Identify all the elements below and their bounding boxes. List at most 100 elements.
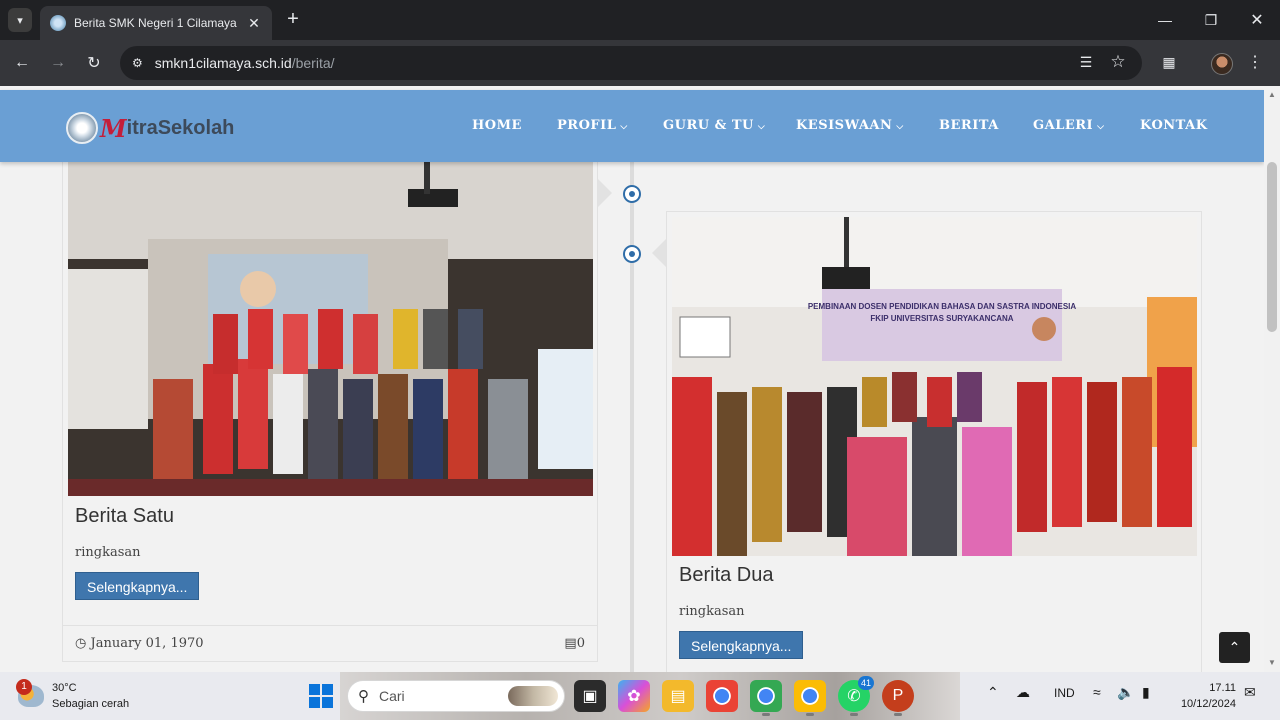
nav-profil[interactable]: PROFIL ⌵ (557, 118, 628, 133)
nav-kesiswaan[interactable]: KESISWAAN ⌵ (796, 118, 904, 133)
nav-home[interactable]: HOME (472, 118, 522, 133)
tab-search-icon[interactable]: ▾ (8, 8, 32, 32)
read-more-button-2[interactable]: Selengkapnya... (679, 631, 804, 659)
nav-berita[interactable]: BERITA (939, 118, 999, 133)
windows-start-icon[interactable] (309, 684, 333, 708)
timeline-dot-2 (623, 245, 641, 263)
chrome-menu-icon[interactable]: ⋮ (1241, 48, 1269, 76)
nav-kontak[interactable]: KONTAK (1140, 118, 1208, 133)
scroll-up-icon[interactable]: ▲ (1267, 90, 1277, 99)
reload-icon[interactable]: ↻ (82, 51, 106, 75)
extensions-icon[interactable]: ▦ (1155, 48, 1183, 76)
news-views-count: 0 (576, 636, 585, 651)
chevron-down-icon: ⌵ (620, 122, 628, 132)
news-summary-1: ringkasan (75, 545, 141, 560)
profile-avatar[interactable] (1211, 53, 1233, 75)
bar-chart-icon: ▤ (564, 636, 577, 651)
back-to-top-button[interactable]: ⌃ (1219, 632, 1250, 663)
nav-label: KONTAK (1140, 118, 1208, 133)
nav-guru-tu[interactable]: GURU & TU ⌵ (663, 118, 765, 133)
nav-label: GURU & TU (663, 118, 754, 133)
news-card-2: PEMBINAAN DOSEN PENDIDIKAN BAHASA DAN SA… (666, 211, 1202, 672)
file-explorer-icon[interactable]: ▤ (662, 680, 694, 712)
news-card-1: Berita Satu ringkasan Selengkapnya... ◷ … (62, 148, 598, 662)
tab-close-icon[interactable]: ✕ (246, 15, 262, 32)
search-placeholder: Cari (379, 688, 405, 704)
minimize-icon[interactable]: — (1142, 0, 1188, 40)
site-logo[interactable]: M itra Sekolah (66, 112, 234, 144)
logo-text-a: itra (126, 116, 158, 139)
site-info-icon[interactable]: ⚙ (132, 56, 143, 70)
wifi-icon[interactable]: ≈ (1093, 684, 1101, 700)
translate-icon[interactable]: ☰ (1072, 48, 1100, 76)
scrollbar-thumb[interactable] (1267, 162, 1277, 332)
scroll-down-icon[interactable]: ▼ (1267, 658, 1277, 667)
notification-icon[interactable]: ✉ (1244, 684, 1256, 701)
chevron-up-icon: ⌃ (1228, 639, 1241, 655)
taskbar-search[interactable]: ⚲ Cari (347, 680, 565, 712)
news-footer-1: ◷ January 01, 1970 ▤0 (63, 625, 597, 661)
weather-badge: 1 (16, 679, 32, 695)
timeline-arrow-2 (652, 239, 666, 267)
read-more-button-1[interactable]: Selengkapnya... (75, 572, 200, 600)
chrome-profile-icon[interactable] (750, 680, 782, 716)
chevron-down-icon: ⌵ (757, 122, 766, 132)
weather-partly-sunny-icon: 1 (16, 679, 44, 707)
search-icon: ⚲ (358, 688, 369, 705)
back-icon[interactable]: ← (10, 51, 34, 75)
clock-date: 10/12/2024 (1180, 698, 1236, 710)
url-host: smkn1cilamaya.sch.id (154, 55, 292, 71)
nav-galeri[interactable]: GALERI ⌵ (1033, 118, 1104, 133)
battery-icon[interactable]: ▮ (1142, 684, 1150, 701)
news-views-1: ▤0 (564, 636, 585, 651)
logo-initial: M (100, 113, 127, 143)
browser-tab-active[interactable]: Berita SMK Negeri 1 Cilamaya ✕ (40, 6, 272, 40)
copilot-icon[interactable]: ✿ (618, 680, 650, 712)
windows-taskbar: 1 30°C Sebagian cerah ⚲ Cari ▣ ✿ ▤ ✆ 41 P… (0, 672, 1280, 720)
nav-label: KESISWAAN (796, 118, 893, 133)
tray-overflow-icon[interactable]: ⌃ (987, 684, 999, 701)
chrome-profile-2-icon[interactable] (794, 680, 826, 716)
weather-desc: Sebagian cerah (52, 698, 130, 710)
timeline-line (630, 162, 634, 672)
page-scrollbar[interactable]: ▲ ▼ (1264, 86, 1280, 672)
chrome-icon[interactable] (706, 680, 738, 712)
address-bar[interactable]: ⚙ smkn1cilamaya.sch.id/berita/ (120, 46, 1142, 80)
active-indicator (762, 713, 770, 716)
search-highlight-image (508, 686, 558, 706)
news-title-1[interactable]: Berita Satu (75, 505, 174, 528)
chevron-down-icon: ⌵ (1097, 122, 1105, 132)
taskbar-clock[interactable]: 17.11 10/12/2024 (1170, 680, 1236, 712)
bookmark-star-icon[interactable]: ☆ (1104, 48, 1132, 76)
onedrive-icon[interactable]: ☁ (1016, 684, 1030, 701)
browser-toolbar: ← → ↻ ⚙ smkn1cilamaya.sch.id/berita/ ☰ ☆… (0, 40, 1280, 86)
active-indicator (850, 713, 858, 716)
nav-label: BERITA (939, 118, 999, 133)
clock-time: 17.11 (1209, 682, 1236, 694)
nav-label: PROFIL (557, 118, 617, 133)
url-path: /berita/ (291, 55, 335, 71)
timeline-dot-1 (623, 185, 641, 203)
weather-widget[interactable]: 1 30°C Sebagian cerah (16, 679, 130, 712)
nav-label: HOME (472, 118, 522, 133)
web-page: Berita Satu ringkasan Selengkapnya... ◷ … (0, 86, 1280, 672)
volume-icon[interactable]: 🔈 (1117, 684, 1134, 701)
news-title-2[interactable]: Berita Dua (679, 564, 774, 587)
input-language[interactable]: IND (1054, 686, 1075, 700)
restore-icon[interactable]: ❐ (1188, 0, 1234, 40)
new-tab-icon[interactable]: + (282, 8, 304, 30)
forward-icon[interactable]: → (46, 51, 70, 75)
news-photo-1[interactable] (68, 149, 593, 496)
news-date-text: January 01, 1970 (90, 636, 204, 651)
powerpoint-icon[interactable]: P (882, 680, 914, 716)
active-indicator (806, 713, 814, 716)
tab-title: Berita SMK Negeri 1 Cilamaya (74, 16, 237, 30)
task-view-icon[interactable]: ▣ (574, 680, 606, 712)
browser-tab-strip: ▾ Berita SMK Negeri 1 Cilamaya ✕ + — ❐ ✕ (0, 0, 1280, 40)
window-close-icon[interactable]: ✕ (1234, 0, 1280, 40)
clock-icon: ◷ (75, 636, 91, 651)
photo-banner-line2: FKIP UNIVERSITAS SURYAKANCANA (870, 314, 1013, 323)
news-photo-2[interactable]: PEMBINAAN DOSEN PENDIDIKAN BAHASA DAN SA… (672, 217, 1197, 556)
active-indicator (894, 713, 902, 716)
whatsapp-icon[interactable]: ✆ 41 (838, 676, 874, 716)
